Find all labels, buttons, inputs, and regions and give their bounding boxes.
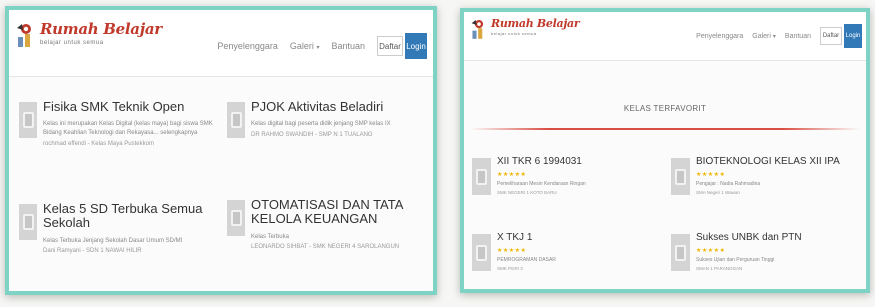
nav-galeri[interactable]: Galeri ▾ [290, 41, 320, 51]
chevron-down-icon: ▾ [772, 33, 776, 40]
class-title[interactable]: PJOK Aktivitas Beladiri [251, 99, 432, 114]
class-thumbnail [472, 234, 491, 271]
class-card[interactable]: Fisika SMK Teknik Open Kelas ini merupak… [19, 99, 219, 180]
nav-bantuan[interactable]: Bantuan [331, 41, 365, 51]
class-description: Pemeliharaan Mesin Kendaraan Ringan [497, 181, 586, 187]
rating-stars: ★★★★★ [497, 248, 527, 254]
login-button[interactable]: Login [405, 33, 427, 59]
navbar: Rumah Belajar belajar untuk semua Penyel… [9, 10, 433, 77]
class-thumbnail [472, 158, 491, 195]
class-thumbnail [671, 158, 690, 195]
class-card[interactable]: PJOK Aktivitas Beladiri Kelas digital ba… [227, 99, 432, 180]
left-screenshot-frame: Rumah Belajar belajar untuk semua Penyel… [5, 6, 437, 295]
chevron-down-icon: ▾ [316, 45, 320, 51]
class-school: SMA Negeri 1 Wawan [696, 190, 740, 196]
daftar-button[interactable]: Daftar [377, 36, 403, 56]
class-title[interactable]: BIOTEKNOLOGI KELAS XII IPA [696, 156, 866, 167]
brand-tagline: belajar untuk semua [491, 31, 537, 36]
nav-menu: Penyelenggara Galeri ▾ Bantuan Daftar Lo… [696, 24, 862, 48]
phone-icon [22, 112, 34, 128]
class-teacher: Dani Ramyani - SDN 1 NAWAI HILIR [43, 248, 142, 255]
class-thumbnail [227, 200, 245, 236]
right-screenshot-frame: Rumah Belajar belajar untuk semua Penyel… [460, 8, 870, 293]
brand-logo[interactable]: Rumah Belajar belajar untuk semua [470, 17, 580, 45]
class-description: Kelas Terbuka [251, 233, 289, 240]
class-school: SMK NEGERI 1 KOTO BARU [497, 190, 557, 196]
brand-name: Rumah Belajar [40, 20, 162, 38]
class-title[interactable]: Kelas 5 SD Terbuka Semua Sekolah [43, 201, 219, 231]
class-description: Sukses Ujian dan Perguruan Tinggi [696, 257, 775, 263]
rating-stars: ★★★★★ [497, 172, 527, 178]
class-teacher: rochmad effendi - Kelas Maya Pustekkom [43, 140, 154, 147]
nav-galeri-label: Galeri [752, 32, 771, 40]
class-school: SMAN 1 PARANGGAN [696, 266, 743, 272]
rating-stars: ★★★★★ [696, 172, 726, 178]
class-description: Pengajar : Nadia Rahmadina [696, 181, 761, 187]
class-thumbnail [19, 204, 37, 240]
brand-logo[interactable]: Rumah Belajar belajar untuk semua [15, 22, 162, 53]
login-button[interactable]: Login [844, 24, 862, 48]
logo-mascot-icon [15, 22, 37, 53]
favorite-class-card[interactable]: X TKJ 1 ★★★★★ PEMROGRAMAN DASAR SMK PGRI… [472, 232, 657, 289]
class-teacher: LEONARDO SIHBAT - SMK NEGERI 4 SAROLANGU… [251, 244, 400, 251]
class-title[interactable]: Fisika SMK Teknik Open [43, 99, 219, 114]
phone-icon [476, 244, 487, 261]
nav-galeri[interactable]: Galeri ▾ [752, 33, 776, 40]
logo-mascot-icon [470, 18, 488, 45]
nav-menu: Penyelenggara Galeri ▾ Bantuan Daftar Lo… [217, 33, 427, 59]
class-description: Kelas Terbuka Jenjang Sekolah Dasar Umum… [43, 237, 183, 244]
favorite-class-card[interactable]: Sukses UNBK dan PTN ★★★★★ Sukses Ujian d… [671, 232, 866, 289]
class-title[interactable]: XII TKR 6 1994031 [497, 156, 657, 167]
section-divider [470, 128, 860, 130]
nav-galeri-label: Galeri [289, 41, 314, 51]
class-description: Kelas ini merupakan Kelas Digital (kelas… [43, 121, 213, 136]
nav-penyelenggara[interactable]: Penyelenggara [217, 41, 278, 51]
phone-icon [675, 244, 686, 261]
navbar: Rumah Belajar belajar untuk semua Penyel… [464, 12, 866, 61]
favorite-class-card[interactable]: BIOTEKNOLOGI KELAS XII IPA ★★★★★ Pengaja… [671, 156, 866, 216]
phone-icon [675, 168, 686, 185]
class-teacher: DR RAHMO SWANDIH - SMP N 1 TUALANG [251, 131, 373, 138]
phone-icon [230, 112, 242, 128]
class-description: PEMROGRAMAN DASAR [497, 257, 556, 263]
class-thumbnail [671, 234, 690, 271]
favorite-class-card[interactable]: XII TKR 6 1994031 ★★★★★ Pemeliharaan Mes… [472, 156, 657, 216]
class-title[interactable]: OTOMATISASI DAN TATA KELOLA KEUANGAN [251, 197, 432, 227]
nav-bantuan[interactable]: Bantuan [785, 33, 811, 40]
phone-icon [22, 214, 34, 230]
class-title[interactable]: X TKJ 1 [497, 232, 657, 243]
class-card[interactable]: Kelas 5 SD Terbuka Semua Sekolah Kelas T… [19, 201, 219, 282]
class-description: Kelas digital bagi peserta didik jenjang… [251, 121, 391, 128]
rating-stars: ★★★★★ [696, 248, 726, 254]
nav-penyelenggara[interactable]: Penyelenggara [696, 33, 743, 40]
phone-icon [230, 210, 242, 226]
class-card[interactable]: OTOMATISASI DAN TATA KELOLA KEUANGAN Kel… [227, 197, 432, 290]
class-title[interactable]: Sukses UNBK dan PTN [696, 232, 866, 243]
class-school: SMK PGRI 3 [497, 266, 523, 272]
daftar-button[interactable]: Daftar [820, 27, 842, 45]
brand-name: Rumah Belajar [491, 17, 580, 30]
phone-icon [476, 168, 487, 185]
section-title: KELAS TERFAVORIT [623, 104, 707, 113]
class-thumbnail [227, 102, 245, 138]
class-thumbnail [19, 102, 37, 138]
brand-tagline: belajar untuk semua [40, 40, 104, 46]
